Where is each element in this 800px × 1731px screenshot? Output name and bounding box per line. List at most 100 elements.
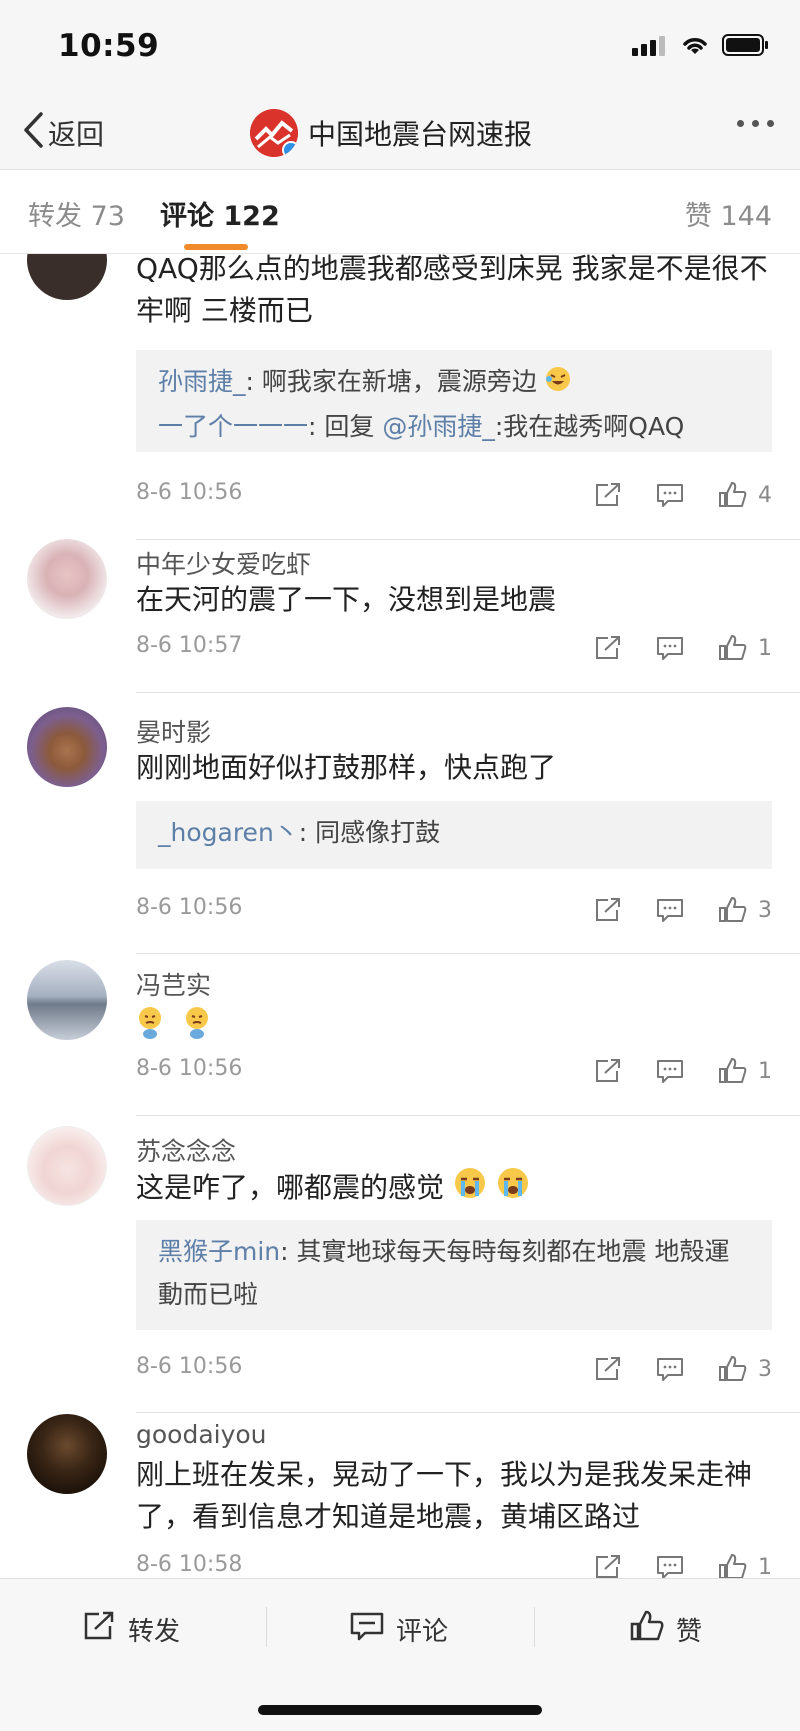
battery-icon (722, 33, 770, 61)
comment-time: 8-6 10:58 (136, 1552, 243, 1577)
comment-text: 刚刚地面好似打鼓那样，快点跑了 (136, 751, 557, 784)
comment-time: 8-6 10:56 (136, 1354, 243, 1379)
comment-actions: 1 (560, 1550, 772, 1578)
like-icon[interactable]: 4 (718, 481, 772, 509)
comment-author[interactable]: 晏时影 (136, 713, 211, 749)
comment-button[interactable]: 评论 (350, 1609, 448, 1649)
reply-user[interactable]: 黑猴子min (158, 1237, 280, 1266)
comment-list[interactable]: QAQ那么点的地震我都感受到床晃 我家是不是很不牢啊 三楼而已 孙雨捷_: 啊我… (0, 254, 800, 1578)
share-icon[interactable] (594, 1554, 622, 1578)
comment-text: QAQ那么点的地震我都感受到床晃 我家是不是很不牢啊 三楼而已 (136, 254, 768, 327)
comment-author[interactable]: 中年少女爱吃虾 (136, 545, 311, 581)
divider (136, 1412, 800, 1413)
comment-actions: 3 (560, 893, 772, 927)
comment-meta: 8-6 10:58 1 (136, 1550, 772, 1578)
comment-meta: 8-6 10:56 3 (136, 893, 772, 927)
like-count: 3 (758, 897, 772, 923)
more-icon[interactable] (737, 120, 774, 127)
comment-text: 这是咋了，哪都震的感觉 (136, 1166, 776, 1212)
nav-bar: 返回 中国地震台网速报 (0, 96, 800, 170)
comment-label: 评论 (396, 1616, 449, 1647)
comment-time: 8-6 10:56 (136, 480, 243, 505)
reply-mention[interactable]: @孙雨捷_ (382, 412, 495, 441)
sweat-emoji (183, 1004, 215, 1052)
avatar[interactable] (27, 960, 107, 1040)
comment-meta: 8-6 10:57 1 (136, 631, 772, 665)
comment-icon[interactable] (656, 897, 684, 923)
status-icons (632, 32, 770, 62)
avatar[interactable] (27, 707, 107, 787)
tab-likes[interactable]: 赞 144 (685, 194, 772, 233)
share-icon[interactable] (594, 482, 622, 508)
page-title: 中国地震台网速报 (308, 118, 533, 151)
comment-meta: 8-6 10:56 1 (136, 1054, 772, 1088)
reply-box[interactable]: 孙雨捷_: 啊我家在新塘，震源旁边 一了个一一一: 回复 @孙雨捷_:我在越秀啊… (136, 350, 772, 452)
reply-text: :我在越秀啊QAQ (494, 411, 685, 441)
reply-text: : 啊我家在新塘，震源旁边 (245, 367, 537, 396)
tab-bar: 转发 73 评论 122 赞 144 (0, 170, 800, 254)
share-icon[interactable] (594, 635, 622, 661)
reply-user[interactable]: 一了个一一一 (158, 412, 308, 441)
reply-box[interactable]: _hogaren丶: 同感像打鼓 (136, 801, 772, 869)
reply-box[interactable]: 黑猴子min: 其實地球每天每時每刻都在地震 地殻運動而已啦 (136, 1220, 772, 1330)
divider (534, 1607, 535, 1647)
comment-author[interactable]: goodaiyou (136, 1420, 267, 1449)
share-icon[interactable] (594, 1058, 622, 1084)
like-count: 1 (758, 635, 772, 661)
share-icon[interactable] (594, 1356, 622, 1382)
comment-text: 在天河的震了一下，没想到是地震 (136, 583, 557, 616)
like-count: 4 (758, 482, 772, 508)
like-icon[interactable]: 1 (718, 1057, 772, 1085)
comment-meta: 8-6 10:56 3 (136, 1352, 772, 1386)
comment-actions: 1 (560, 1054, 772, 1088)
reply-line: 一了个一一一: 回复 @孙雨捷_:我在越秀啊QAQ (158, 405, 750, 448)
like-count: 1 (758, 1554, 772, 1579)
like-icon[interactable]: 3 (718, 1355, 772, 1383)
status-time: 10:59 (58, 28, 160, 64)
reply-line: 孙雨捷_: 啊我家在新塘，震源旁边 (158, 360, 750, 405)
back-button[interactable]: 返回 (22, 104, 104, 162)
tab-comments[interactable]: 评论 122 (160, 194, 280, 233)
avatar[interactable] (27, 254, 107, 300)
repost-button[interactable]: 转发 (82, 1609, 180, 1649)
like-icon[interactable]: 3 (718, 896, 772, 924)
laugh-cry-emoji (545, 362, 571, 405)
comment-author[interactable]: 冯芑实 (136, 966, 211, 1002)
wifi-icon (680, 34, 710, 60)
comment-icon[interactable] (656, 1554, 684, 1578)
back-chevron-icon (22, 111, 44, 156)
nav-account[interactable]: 中国地震台网速报 (250, 104, 532, 162)
like-icon[interactable]: 1 (718, 1553, 772, 1578)
comment-icon[interactable] (656, 482, 684, 508)
share-icon[interactable] (594, 897, 622, 923)
comment-icon[interactable] (656, 1058, 684, 1084)
comment-author[interactable]: 苏念念念 (136, 1132, 236, 1168)
comment-meta: 8-6 10:56 4 (136, 478, 772, 512)
reply-line: _hogaren丶: 同感像打鼓 (158, 811, 750, 854)
comment-actions: 3 (560, 1352, 772, 1386)
comment-icon[interactable] (656, 1356, 684, 1382)
reply-user[interactable]: 孙雨捷_ (158, 367, 246, 396)
like-count: 1 (758, 1058, 772, 1084)
avatar[interactable] (27, 1414, 107, 1494)
like-icon[interactable]: 1 (718, 634, 772, 662)
comment-icon[interactable] (656, 635, 684, 661)
comment-time: 8-6 10:56 (136, 1056, 243, 1081)
like-label: 赞 (676, 1616, 703, 1647)
like-button[interactable]: 赞 (630, 1609, 702, 1649)
divider (136, 1115, 800, 1116)
signal-icon (632, 34, 668, 60)
active-tab-indicator (184, 244, 248, 250)
tab-repost[interactable]: 转发 73 (28, 194, 125, 233)
comment-text-content: 这是咋了，哪都震的感觉 (136, 1171, 445, 1204)
comment-icon (350, 1610, 384, 1649)
sweat-emoji (136, 1004, 168, 1052)
avatar[interactable] (27, 539, 107, 619)
divider (136, 953, 800, 954)
avatar[interactable] (27, 1126, 107, 1206)
reply-user[interactable]: _hogaren丶 (158, 818, 299, 847)
home-indicator[interactable] (258, 1705, 542, 1715)
reply-text: : 回复 (308, 411, 383, 441)
comment-actions: 1 (560, 631, 772, 665)
like-count: 3 (758, 1356, 772, 1382)
